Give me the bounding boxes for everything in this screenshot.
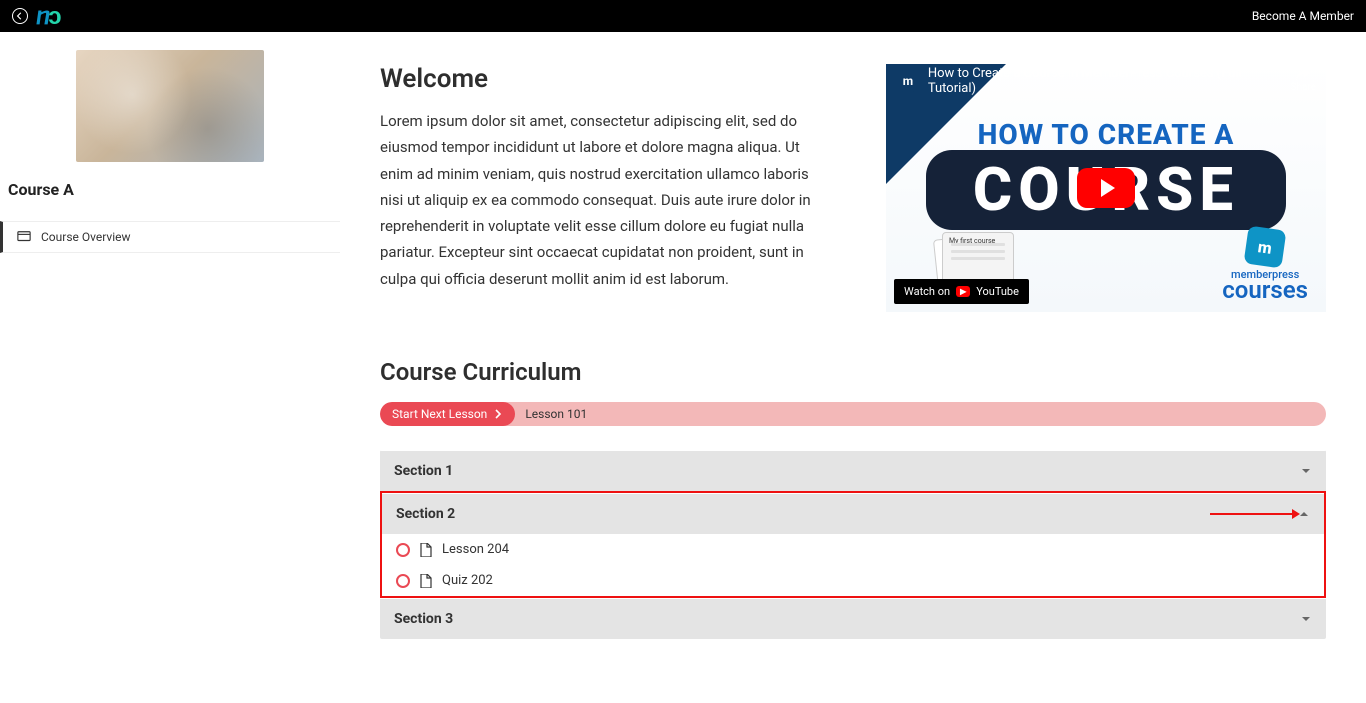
section-title: Section 2: [396, 506, 455, 522]
video-text-howto: HOW TO CREATE A: [886, 118, 1326, 151]
section-header[interactable]: Section 3: [380, 598, 1326, 639]
video-title: How to Create a Course in MemberPress Co…: [928, 66, 1291, 96]
section-header[interactable]: Section 2: [382, 493, 1324, 534]
sidebar-item-overview[interactable]: Course Overview: [0, 221, 340, 253]
share-icon: [1296, 69, 1310, 81]
channel-avatar-icon: m: [896, 69, 920, 93]
section-title: Section 3: [394, 611, 453, 627]
welcome-body: Lorem ipsum dolor sit amet, consectetur …: [380, 108, 820, 292]
course-thumbnail: [76, 50, 264, 162]
completion-ring-icon: [396, 574, 410, 588]
become-member-link[interactable]: Become A Member: [1252, 9, 1354, 23]
section-header[interactable]: Section 1: [380, 450, 1326, 491]
curriculum-heading: Course Curriculum: [380, 358, 1326, 386]
next-lesson-bar: Start Next Lesson Lesson 101: [380, 402, 1326, 426]
highlighted-section: Section 2 Lesson 204 Quiz 202: [380, 491, 1326, 598]
play-button[interactable]: [1077, 168, 1135, 208]
topbar: ⴖↄ Become A Member: [0, 0, 1366, 32]
share-button[interactable]: Share: [1291, 69, 1316, 93]
main-content: Welcome Lorem ipsum dolor sit amet, cons…: [340, 32, 1366, 703]
file-icon: [420, 574, 432, 588]
watch-on-youtube[interactable]: Watch on ▶ YouTube: [894, 279, 1029, 304]
back-button[interactable]: [12, 8, 28, 24]
lesson-name: Lesson 204: [442, 542, 509, 557]
course-title: Course A: [8, 180, 340, 199]
sidebar: Course A Course Overview: [0, 32, 340, 703]
lesson-row[interactable]: Quiz 202: [382, 565, 1324, 596]
sidebar-item-label: Course Overview: [41, 230, 131, 244]
sections-list: Section 1 Section 2 Lesson 204: [380, 450, 1326, 639]
lesson-name: Quiz 202: [442, 573, 493, 588]
video-embed[interactable]: m How to Create a Course in MemberPress …: [886, 64, 1326, 312]
lesson-row[interactable]: Lesson 204: [382, 534, 1324, 565]
chevron-down-icon: [1300, 613, 1312, 625]
overview-icon: [17, 230, 31, 244]
file-icon: [420, 543, 432, 557]
start-next-lesson-button[interactable]: Start Next Lesson: [380, 402, 515, 426]
completion-ring-icon: [396, 543, 410, 557]
welcome-heading: Welcome: [380, 64, 854, 94]
brand-logo[interactable]: ⴖↄ: [36, 4, 60, 28]
chevron-down-icon: [1300, 465, 1312, 477]
chevron-right-icon: [493, 409, 503, 419]
section-title: Section 1: [394, 463, 453, 479]
chevron-up-icon: [1298, 508, 1310, 520]
memberpress-logo: m memberpresscourses: [1222, 228, 1308, 302]
next-lesson-label: Lesson 101: [525, 407, 587, 421]
